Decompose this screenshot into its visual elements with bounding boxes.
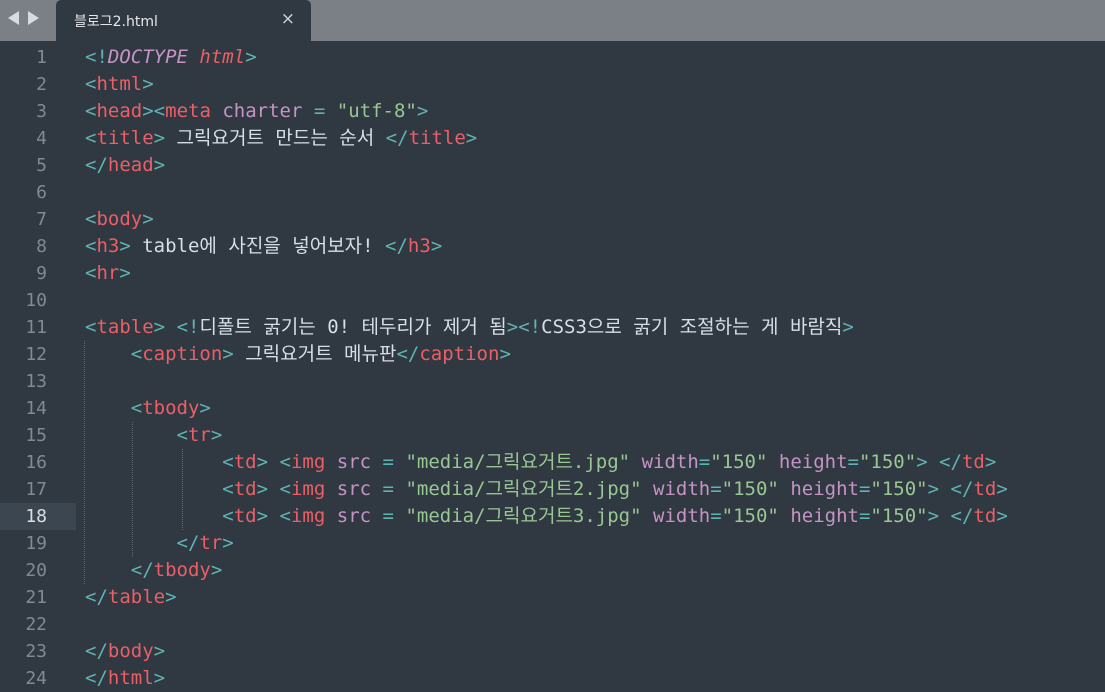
- line-number-gutter: 1 2 3 4 5 6 7 8 9 10 11 12 13 14 15 16 17 18 19 20 21 22 23 24: [0, 44, 75, 692]
- tab-bar: 블로그2.html ×: [0, 0, 1105, 41]
- tab-file[interactable]: 블로그2.html ×: [56, 0, 311, 41]
- nav-forward-icon[interactable]: [28, 11, 39, 25]
- code-line[interactable]: <!DOCTYPE html>: [85, 44, 1105, 71]
- line-number: 3: [36, 101, 47, 122]
- code-line[interactable]: <td> <img src = "media/그릭요거트3.jpg" width…: [85, 503, 1105, 530]
- code-line[interactable]: <tr>: [85, 422, 1105, 449]
- indent-guide: [84, 341, 85, 584]
- line-number: 21: [25, 587, 47, 608]
- code-line[interactable]: [85, 611, 1105, 638]
- code-line[interactable]: </table>: [85, 584, 1105, 611]
- code-line[interactable]: <h3> table에 사진을 넣어보자! </h3>: [85, 233, 1105, 260]
- code-line[interactable]: </html>: [85, 665, 1105, 692]
- code-line[interactable]: <head><meta charter = "utf-8">: [85, 98, 1105, 125]
- code-line[interactable]: <tbody>: [85, 395, 1105, 422]
- line-number: 14: [25, 398, 47, 419]
- code-line[interactable]: [85, 287, 1105, 314]
- line-number: 11: [25, 317, 47, 338]
- close-icon[interactable]: ×: [281, 9, 295, 29]
- line-number: 1: [36, 47, 47, 68]
- line-number: 7: [36, 209, 47, 230]
- line-number: 24: [25, 668, 47, 689]
- code-line[interactable]: [85, 368, 1105, 395]
- tab-title: 블로그2.html: [74, 14, 158, 30]
- line-number: 20: [25, 560, 47, 581]
- code-line[interactable]: <table> <!디폴트 굵기는 0! 테두리가 제거 됨><!CSS3으로 …: [85, 314, 1105, 341]
- line-number: 15: [25, 425, 47, 446]
- code-line[interactable]: <html>: [85, 71, 1105, 98]
- line-number: 22: [25, 614, 47, 635]
- code-line[interactable]: </tbody>: [85, 557, 1105, 584]
- code-line[interactable]: </tr>: [85, 530, 1105, 557]
- line-number: 2: [36, 74, 47, 95]
- code-line[interactable]: </body>: [85, 638, 1105, 665]
- code-line[interactable]: <body>: [85, 206, 1105, 233]
- line-number: 16: [25, 452, 47, 473]
- code-line[interactable]: </head>: [85, 152, 1105, 179]
- nav-back-icon[interactable]: [8, 11, 19, 25]
- line-number: 19: [25, 533, 47, 554]
- code-line[interactable]: <hr>: [85, 260, 1105, 287]
- code-editor[interactable]: 1 2 3 4 5 6 7 8 9 10 11 12 13 14 15 16 17 18 19 20 21 22 23 24 …: [0, 44, 1105, 691]
- line-number: 6: [36, 182, 47, 203]
- line-number: 4: [36, 128, 47, 149]
- line-number: 10: [25, 290, 47, 311]
- code-area[interactable]: <!DOCTYPE html> <html> <head><meta charter…: [85, 44, 1105, 692]
- code-line[interactable]: <td> <img src = "media/그릭요거트.jpg" width=…: [85, 449, 1105, 476]
- indent-guide: [132, 422, 133, 557]
- line-number: 23: [25, 641, 47, 662]
- code-line[interactable]: <td> <img src = "media/그릭요거트2.jpg" width…: [85, 476, 1105, 503]
- line-number: 17: [25, 479, 47, 500]
- line-number: 12: [25, 344, 47, 365]
- code-line[interactable]: [85, 179, 1105, 206]
- code-line[interactable]: <caption> 그릭요거트 메뉴판</caption>: [85, 341, 1105, 368]
- line-number: 8: [36, 236, 47, 257]
- code-line[interactable]: <title> 그릭요거트 만드는 순서 </title>: [85, 125, 1105, 152]
- line-number: 13: [25, 371, 47, 392]
- line-number: 5: [36, 155, 47, 176]
- indent-guide: [182, 449, 183, 530]
- line-number: 9: [36, 263, 47, 284]
- line-number: 18: [25, 506, 47, 527]
